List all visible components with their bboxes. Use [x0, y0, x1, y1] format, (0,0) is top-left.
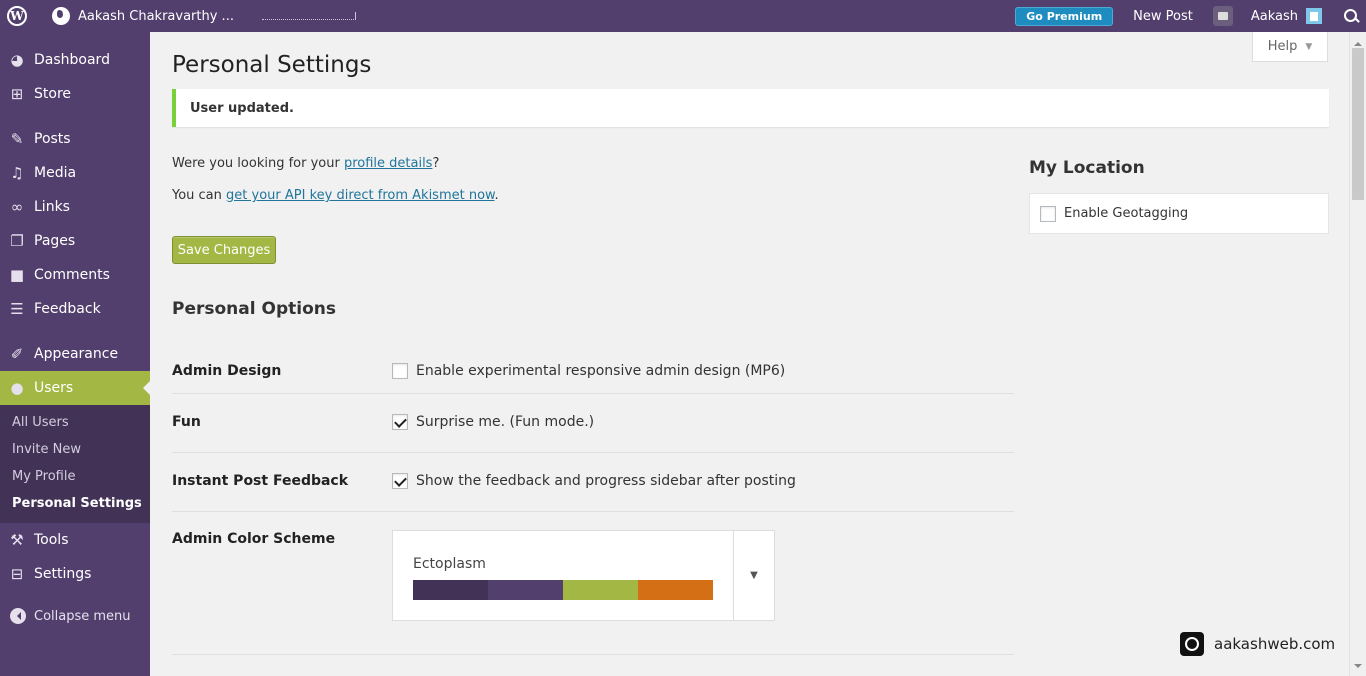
collapse-menu-button[interactable]: Collapse menu — [0, 599, 150, 633]
option-label: Instant Post Feedback — [172, 473, 349, 489]
pages-icon: ❐ — [10, 232, 24, 250]
sidebar-item-store[interactable]: ⊞ Store — [0, 77, 150, 111]
new-post-link[interactable]: New Post — [1133, 9, 1193, 24]
user-menu[interactable]: Aakash — [1251, 8, 1322, 24]
sidebar-item-feedback[interactable]: ☰ Feedback — [0, 292, 150, 326]
collapse-arrow-icon — [10, 608, 26, 624]
akismet-api-key-link[interactable]: get your API key direct from Akismet now — [226, 188, 494, 203]
avatar — [1306, 8, 1322, 24]
post-feedback-checkbox[interactable] — [392, 473, 408, 489]
pin-icon: ✎ — [10, 130, 24, 148]
option-row-instant-post-feedback: Instant Post Feedback Show the feedback … — [172, 453, 1014, 512]
sidebar-item-links[interactable]: ∞ Links — [0, 190, 150, 224]
option-control[interactable]: Enable experimental responsive admin des… — [392, 363, 785, 379]
comment-icon: ■ — [9, 266, 25, 284]
sidebar-item-media[interactable]: ♫ Media — [0, 156, 150, 190]
admin-design-checkbox[interactable] — [392, 363, 408, 379]
akismet-text: You can get your API key direct from Aki… — [172, 188, 499, 203]
option-row-admin-design: Admin Design Enable experimental respons… — [172, 343, 1014, 394]
sidebar-item-settings[interactable]: ⊟ Settings — [0, 557, 150, 591]
submenu-personal-settings[interactable]: Personal Settings — [0, 490, 150, 517]
cart-icon: ⊞ — [10, 85, 24, 103]
media-icon: ♫ — [10, 164, 24, 182]
personal-options-heading: Personal Options — [172, 299, 336, 319]
update-notice: User updated. — [172, 89, 1329, 127]
swatch — [413, 580, 488, 600]
users-submenu: All Users Invite New My Profile Personal… — [0, 405, 150, 523]
geotagging-label[interactable]: Enable Geotagging — [1064, 206, 1188, 221]
go-premium-button[interactable]: Go Premium — [1015, 6, 1114, 26]
page-title: Personal Settings — [172, 52, 372, 78]
color-swatches — [413, 580, 713, 600]
vertical-scrollbar[interactable] — [1349, 32, 1366, 676]
scroll-down-icon[interactable] — [1354, 664, 1362, 672]
watermark: aakashweb.com — [1180, 632, 1335, 656]
sidebar-item-comments[interactable]: ■ Comments — [0, 258, 150, 292]
fun-mode-checkbox[interactable] — [392, 414, 408, 430]
option-row-fun: Fun Surprise me. (Fun mode.) — [172, 394, 1014, 453]
swatch — [488, 580, 563, 600]
dashboard-icon: ◕ — [10, 51, 24, 69]
profile-details-text: Were you looking for your profile detail… — [172, 156, 440, 171]
chevron-down-icon[interactable]: ▼ — [733, 531, 774, 620]
sidebar-item-pages[interactable]: ❐ Pages — [0, 224, 150, 258]
sidebar-item-dashboard[interactable]: ◕ Dashboard — [0, 43, 150, 77]
adminbar-search-field[interactable] — [261, 12, 356, 20]
swatch — [563, 580, 638, 600]
help-tab-button[interactable]: Help ▼ — [1252, 32, 1328, 62]
admin-color-scheme-label: Admin Color Scheme — [172, 531, 336, 547]
option-label: Fun — [172, 414, 201, 430]
submenu-invite-new[interactable]: Invite New — [0, 436, 150, 463]
admin-bar: W Aakash Chakravarthy ... Go Premium New… — [0, 0, 1366, 32]
option-control[interactable]: Surprise me. (Fun mode.) — [392, 414, 594, 430]
site-name: Aakash Chakravarthy ... — [78, 8, 234, 24]
wrench-icon: ⚒ — [10, 531, 24, 549]
triangle-down-icon: ▼ — [1305, 41, 1313, 52]
sidebar-item-posts[interactable]: ✎ Posts — [0, 122, 150, 156]
submenu-all-users[interactable]: All Users — [0, 409, 150, 436]
aakashweb-logo-icon — [1180, 632, 1204, 656]
admin-sidebar: ◕ Dashboard ⊞ Store ✎ Posts ♫ Media ∞ Links ❐… — [0, 32, 150, 676]
submenu-my-profile[interactable]: My Profile — [0, 463, 150, 490]
user-name: Aakash — [1250, 8, 1298, 24]
option-control[interactable]: Show the feedback and progress sidebar a… — [392, 473, 796, 489]
link-icon: ∞ — [10, 198, 24, 216]
sidebar-item-appearance[interactable]: ✐ Appearance — [0, 337, 150, 371]
profile-details-link[interactable]: profile details — [344, 156, 433, 171]
search-icon[interactable] — [1336, 0, 1366, 32]
color-scheme-select[interactable]: Ectoplasm ▼ — [392, 530, 775, 621]
divider — [172, 654, 1014, 655]
wordpress-logo-icon[interactable]: W — [0, 0, 34, 32]
brush-icon: ✐ — [10, 345, 24, 363]
settings-icon: ⊟ — [10, 565, 24, 583]
notifications-icon[interactable] — [1212, 6, 1233, 26]
save-changes-button[interactable]: Save Changes — [172, 236, 276, 264]
site-name-link[interactable]: Aakash Chakravarthy ... — [52, 7, 234, 25]
globe-icon — [52, 7, 70, 25]
user-icon: ● — [10, 379, 24, 397]
color-scheme-name: Ectoplasm — [413, 556, 486, 572]
scroll-thumb[interactable] — [1352, 48, 1364, 200]
sidebar-item-users[interactable]: ● Users — [0, 371, 150, 405]
scroll-up-icon[interactable] — [1354, 38, 1362, 46]
feedback-icon: ☰ — [10, 300, 24, 318]
sidebar-item-tools[interactable]: ⚒ Tools — [0, 523, 150, 557]
option-label: Admin Design — [172, 363, 282, 379]
geotagging-box: Enable Geotagging — [1029, 193, 1329, 234]
my-location-heading: My Location — [1029, 158, 1145, 178]
main-content: Help ▼ Personal Settings User updated. We… — [150, 32, 1348, 676]
geotagging-checkbox[interactable] — [1040, 205, 1056, 222]
swatch — [638, 580, 713, 600]
